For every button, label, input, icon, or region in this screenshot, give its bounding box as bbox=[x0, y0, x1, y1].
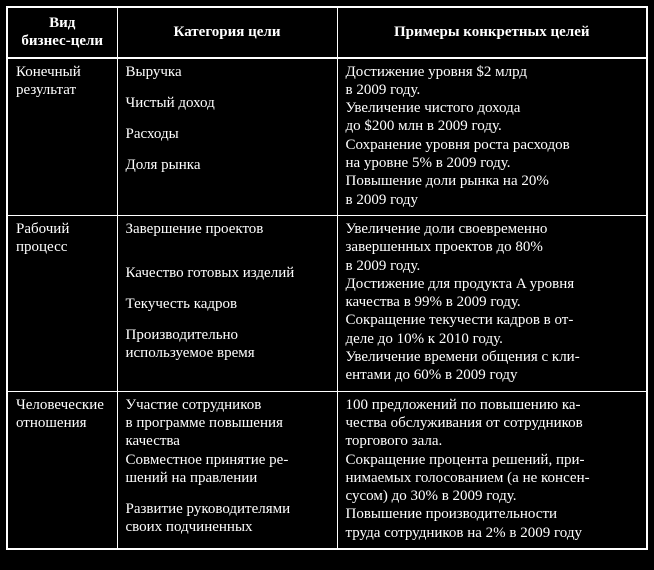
text-line: качества в 99% в 2009 году. bbox=[346, 293, 639, 311]
text-line: Доля рынка bbox=[126, 156, 329, 174]
text-line: чества обслуживания от сотрудников bbox=[346, 414, 639, 432]
table-row: Рабочий процесс Завершение проектов Каче… bbox=[7, 215, 647, 391]
text-line: Производительно bbox=[126, 326, 329, 344]
table-row: Конечный результат Выручка Чистый доход … bbox=[7, 58, 647, 216]
text-line: Развитие руководителями bbox=[126, 500, 329, 518]
spacer bbox=[126, 112, 329, 125]
spacer bbox=[126, 251, 329, 264]
cell-examples: 100 предложений по повышению ка- чества … bbox=[337, 391, 647, 549]
text-line: Текучесть кадров bbox=[126, 295, 329, 313]
cell-type: Конечный результат bbox=[7, 58, 117, 216]
text-line: Расходы bbox=[126, 125, 329, 143]
table-header-row: Вид бизнес-цели Категория цели Примеры к… bbox=[7, 7, 647, 58]
text-line: завершенных проектов до 80% bbox=[346, 238, 639, 256]
text-line: нимаемых голосованием (а не консен- bbox=[346, 469, 639, 487]
col-header-category: Категория цели bbox=[117, 7, 337, 58]
text-line: сусом) до 30% в 2009 году. bbox=[346, 487, 639, 505]
spacer bbox=[126, 143, 329, 156]
cell-category: Завершение проектов Качество готовых изд… bbox=[117, 215, 337, 391]
page: Вид бизнес-цели Категория цели Примеры к… bbox=[0, 0, 654, 556]
text-line: Качество готовых изделий bbox=[126, 264, 329, 282]
text-line: качества bbox=[126, 432, 329, 450]
text-line: в 2009 году. bbox=[346, 257, 639, 275]
text-line: Участие сотрудников bbox=[126, 396, 329, 414]
text-line: Достижение уровня $2 млрд bbox=[346, 63, 639, 81]
text-line: Выручка bbox=[126, 63, 329, 81]
text-line: Повышение доли рынка на 20% bbox=[346, 172, 639, 190]
text-line: Увеличение чистого дохода bbox=[346, 99, 639, 117]
text-line: Достижение для продукта A уровня bbox=[346, 275, 639, 293]
text-line: в 2009 году. bbox=[346, 81, 639, 99]
text-line: Конечный bbox=[16, 63, 109, 81]
text-line: в программе повышения bbox=[126, 414, 329, 432]
text-line: Сокращение процента решений, при- bbox=[346, 451, 639, 469]
spacer bbox=[126, 238, 329, 251]
text-line: ентами до 60% в 2009 году bbox=[346, 366, 639, 384]
text-line: шений на правлении bbox=[126, 469, 329, 487]
spacer bbox=[126, 282, 329, 295]
text-line: отношения bbox=[16, 414, 109, 432]
text-line: на уровне 5% в 2009 году. bbox=[346, 154, 639, 172]
cell-type: Рабочий процесс bbox=[7, 215, 117, 391]
text-line: торгового зала. bbox=[346, 432, 639, 450]
text-line: Рабочий bbox=[16, 220, 109, 238]
text-line: Чистый доход bbox=[126, 94, 329, 112]
col-header-type: Вид бизнес-цели bbox=[7, 7, 117, 58]
text-line: Увеличение времени общения с кли- bbox=[346, 348, 639, 366]
spacer bbox=[126, 487, 329, 500]
text-line: Увеличение доли своевременно bbox=[346, 220, 639, 238]
text-line: труда сотрудников на 2% в 2009 году bbox=[346, 524, 639, 542]
text-line: процесс bbox=[16, 238, 109, 256]
text-line: до $200 млн в 2009 году. bbox=[346, 117, 639, 135]
goals-table: Вид бизнес-цели Категория цели Примеры к… bbox=[6, 6, 648, 550]
spacer bbox=[126, 81, 329, 94]
text-line: результат bbox=[16, 81, 109, 99]
text-line: деле до 10% к 2010 году. bbox=[346, 330, 639, 348]
text-line: Сокращение текучести кадров в от- bbox=[346, 311, 639, 329]
text-line: Человеческие bbox=[16, 396, 109, 414]
text-line: используемое время bbox=[126, 344, 329, 362]
text-line: 100 предложений по повышению ка- bbox=[346, 396, 639, 414]
text-line: в 2009 году bbox=[346, 191, 639, 209]
col-header-type-line2: бизнес-цели bbox=[16, 32, 109, 50]
table-row: Человеческие отношения Участие сотрудник… bbox=[7, 391, 647, 549]
cell-examples: Достижение уровня $2 млрд в 2009 году. У… bbox=[337, 58, 647, 216]
text-line: Повышение производительности bbox=[346, 505, 639, 523]
cell-type: Человеческие отношения bbox=[7, 391, 117, 549]
col-header-type-line1: Вид bbox=[16, 14, 109, 32]
cell-category: Выручка Чистый доход Расходы Доля рынка bbox=[117, 58, 337, 216]
text-line: Совместное принятие ре- bbox=[126, 451, 329, 469]
text-line: Сохранение уровня роста расходов bbox=[346, 136, 639, 154]
col-header-examples: Примеры конкретных целей bbox=[337, 7, 647, 58]
text-line: своих подчиненных bbox=[126, 518, 329, 536]
cell-category: Участие сотрудников в программе повышени… bbox=[117, 391, 337, 549]
spacer bbox=[126, 313, 329, 326]
text-line: Завершение проектов bbox=[126, 220, 329, 238]
cell-examples: Увеличение доли своевременно завершенных… bbox=[337, 215, 647, 391]
